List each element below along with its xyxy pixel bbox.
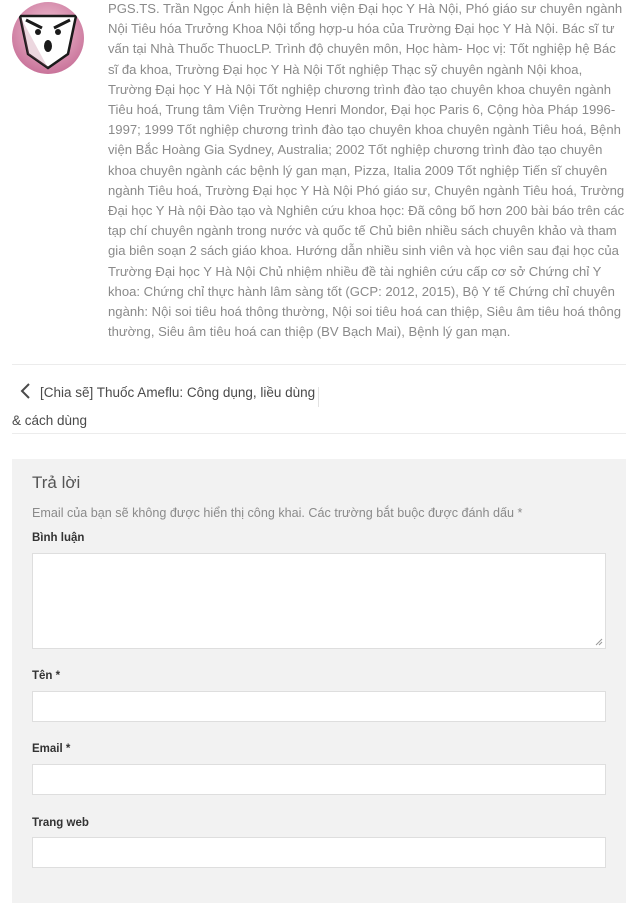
author-bio: PGS.TS. Trần Ngọc Ánh hiện là Bệnh viện … — [108, 1, 625, 340]
author-box: PGS.TS. Trần Ngọc Ánh hiện là Bệnh viện … — [12, 0, 626, 339]
name-field[interactable] — [32, 691, 606, 722]
website-label: Trang web — [32, 817, 89, 829]
gravatar-face-icon — [12, 2, 84, 74]
name-label: Tên * — [32, 670, 61, 682]
previous-post-link[interactable]: [Chia sẽ] Thuốc Ameflu: Công dụng, liều … — [12, 375, 318, 428]
reply-title: Trả lời — [32, 473, 81, 492]
comment-textarea[interactable] — [32, 553, 606, 649]
avatar — [12, 2, 84, 74]
comment-notes: Email của bạn sẽ không được hiển thị côn… — [32, 506, 522, 520]
divider — [12, 433, 626, 434]
website-field[interactable] — [32, 837, 606, 868]
comment-label: Bình luận — [32, 532, 85, 544]
post-navigation: [Chia sẽ] Thuốc Ameflu: Công dụng, liều … — [12, 365, 626, 433]
nav-separator — [318, 387, 319, 407]
email-field[interactable] — [32, 764, 606, 795]
email-label: Email * — [32, 743, 71, 755]
comment-form: Trả lời Email của bạn sẽ không được hiển… — [12, 459, 626, 903]
resize-grip-icon[interactable] — [595, 638, 603, 646]
required-mark: * — [517, 506, 523, 520]
previous-post-title[interactable]: [Chia sẽ] Thuốc Ameflu: Công dụng, liều … — [12, 379, 318, 435]
comment-notes-text: Email của bạn sẽ không được hiển thị côn… — [32, 506, 515, 520]
